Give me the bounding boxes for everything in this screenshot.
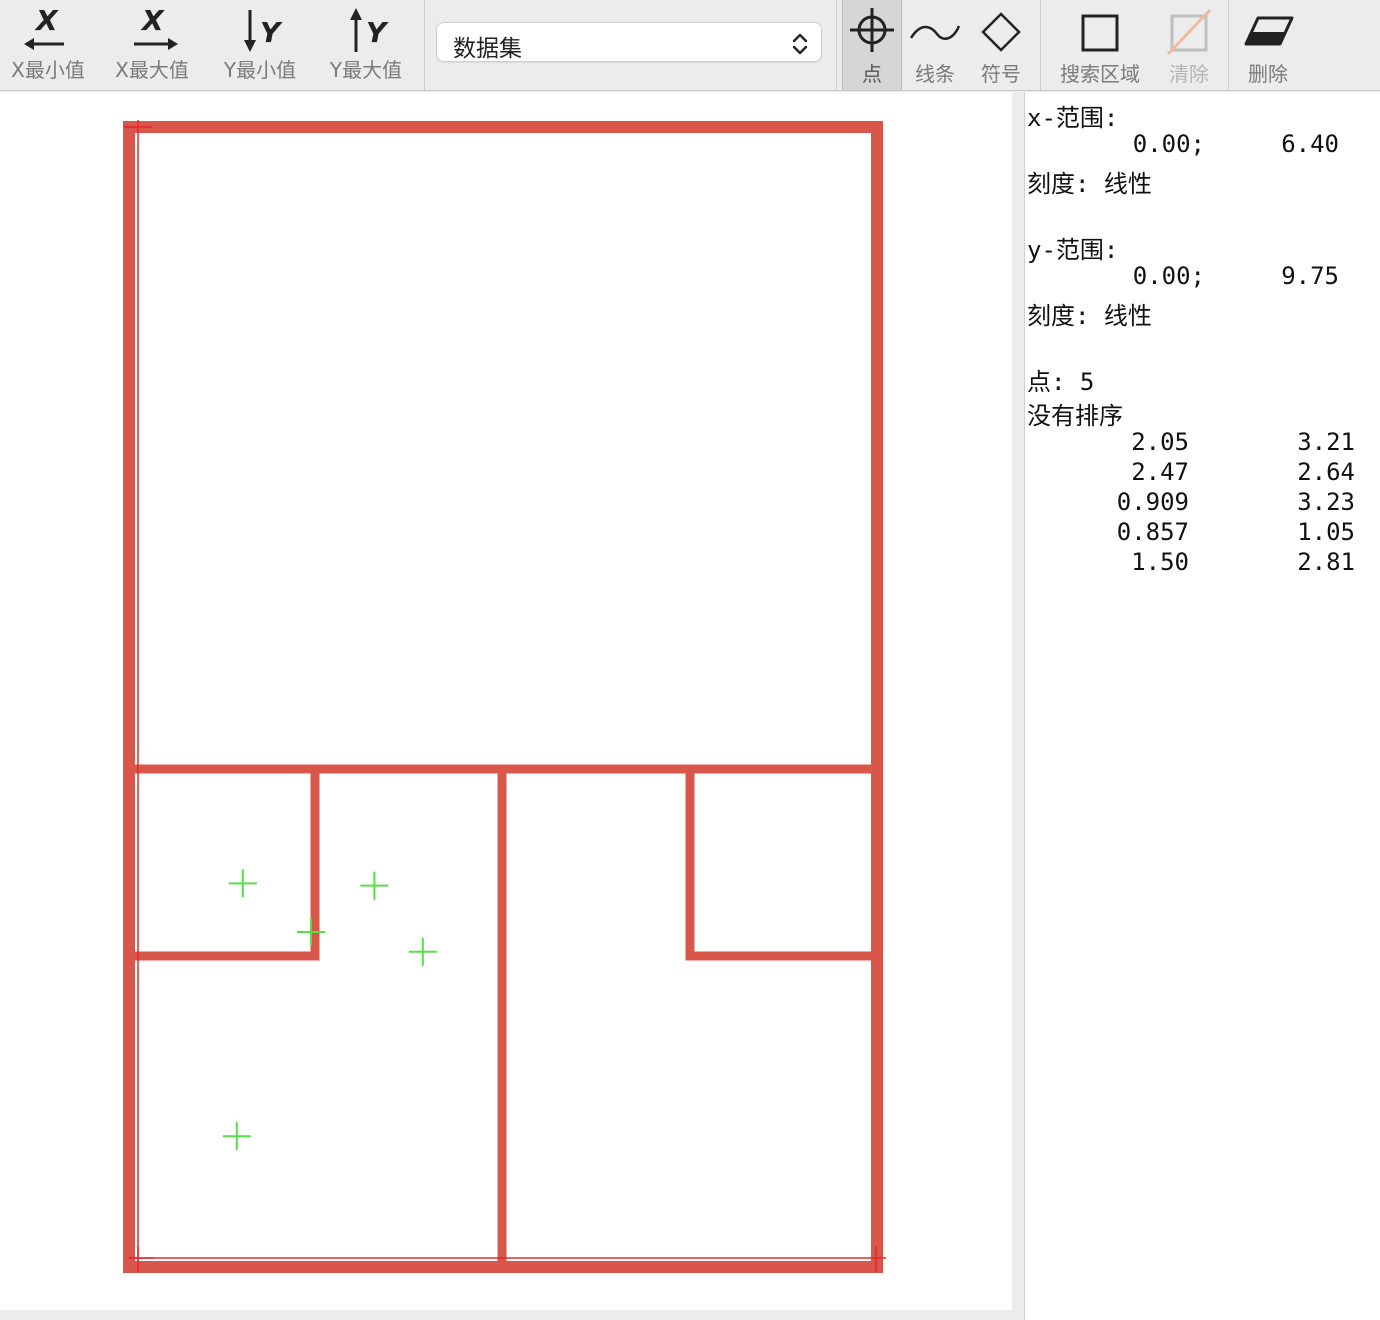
x-range-label: x-范围:: [1027, 104, 1119, 132]
dataset-select[interactable]: 数据集: [436, 22, 822, 62]
sort-order-label: 没有排序: [1027, 402, 1123, 430]
y-max-button[interactable]: Y Y最大值: [318, 0, 414, 90]
point-row-y: 1.05: [1297, 518, 1355, 546]
point-marker[interactable]: [296, 918, 325, 947]
y-min-label: Y最小值: [223, 58, 297, 82]
toolbar-separator: [424, 0, 425, 90]
y-max-icon: Y: [350, 8, 389, 52]
toolbar-separator: [1228, 0, 1229, 90]
x-max-icon: X: [134, 4, 178, 50]
point-marker[interactable]: [360, 871, 389, 900]
y-min-icon: Y: [244, 10, 283, 52]
point-row-x: 2.05: [1131, 428, 1189, 456]
point-row-y: 2.81: [1297, 548, 1355, 576]
point-row-x: 1.50: [1131, 548, 1189, 576]
diamond-icon: [981, 12, 1021, 52]
svg-text:X: X: [34, 4, 59, 37]
square-icon: [1081, 14, 1119, 52]
y-max-label: Y最大值: [329, 58, 403, 82]
digitizer-canvas[interactable]: [0, 92, 1012, 1310]
y-min-button[interactable]: Y Y最小值: [212, 0, 308, 90]
plot-image: [123, 120, 886, 1273]
digitized-points[interactable]: [222, 869, 437, 1151]
x-min-label: X最小值: [11, 58, 85, 82]
point-row-y: 3.23: [1297, 488, 1355, 516]
line-tool-label: 线条: [915, 62, 955, 86]
delete-button[interactable]: 删除: [1236, 0, 1300, 90]
point-marker[interactable]: [222, 1122, 251, 1151]
y-scale-label: 刻度: 线性: [1027, 302, 1152, 330]
y-max-value: 9.75: [1281, 262, 1339, 290]
y-range-label: y-范围:: [1027, 236, 1119, 264]
symbol-tool-button[interactable]: 符号: [970, 0, 1032, 90]
dataset-select-value: 数据集: [453, 36, 522, 62]
svg-text:X: X: [140, 4, 165, 37]
x-max-value: 6.40: [1281, 130, 1339, 158]
point-row-x: 0.857: [1116, 518, 1189, 546]
point-row-x: 0.909: [1116, 488, 1189, 516]
point-marker[interactable]: [408, 937, 437, 966]
search-area-button[interactable]: 搜索区域: [1050, 0, 1150, 90]
toolbar: X X最小值 X X最大值 Y Y最小值 Y Y最大值 数据集 点 线条 符号 …: [0, 0, 1380, 91]
point-row-y: 3.21: [1297, 428, 1355, 456]
point-tool-button[interactable]: 点: [842, 0, 902, 90]
svg-text:Y: Y: [366, 16, 389, 49]
eraser-icon: [1244, 16, 1294, 46]
clear-label: 清除: [1169, 62, 1209, 86]
svg-text:Y: Y: [260, 16, 283, 49]
delete-label: 删除: [1248, 62, 1288, 86]
info-panel: x-范围: 0.00; 6.40 刻度: 线性 y-范围: 0.00; 9.75…: [1024, 92, 1380, 1320]
x-min-value: 0.00;: [1132, 130, 1205, 158]
search-area-label: 搜索区域: [1060, 62, 1140, 86]
toolbar-separator: [1040, 0, 1041, 90]
chevron-up-down-icon: [792, 33, 808, 55]
symbol-tool-label: 符号: [981, 62, 1021, 86]
curve-icon: [909, 25, 961, 40]
toolbar-separator: [836, 0, 837, 90]
x-scale-label: 刻度: 线性: [1027, 170, 1152, 198]
floor-plan-outline: [123, 121, 883, 1273]
x-min-icon: X: [24, 4, 64, 50]
clear-button[interactable]: 清除: [1156, 0, 1222, 90]
point-marker[interactable]: [228, 869, 257, 898]
point-tool-label: 点: [862, 62, 882, 86]
crosshair-icon: [850, 8, 894, 52]
line-tool-button[interactable]: 线条: [904, 0, 966, 90]
points-count-label: 点: 5: [1027, 368, 1095, 396]
point-row-x: 2.47: [1131, 458, 1189, 486]
clear-square-icon: [1166, 8, 1212, 56]
x-max-button[interactable]: X X最大值: [104, 0, 200, 90]
point-row-y: 2.64: [1297, 458, 1355, 486]
x-min-button[interactable]: X X最小值: [0, 0, 96, 90]
x-max-label: X最大值: [115, 58, 189, 82]
y-min-value: 0.00;: [1132, 262, 1205, 290]
